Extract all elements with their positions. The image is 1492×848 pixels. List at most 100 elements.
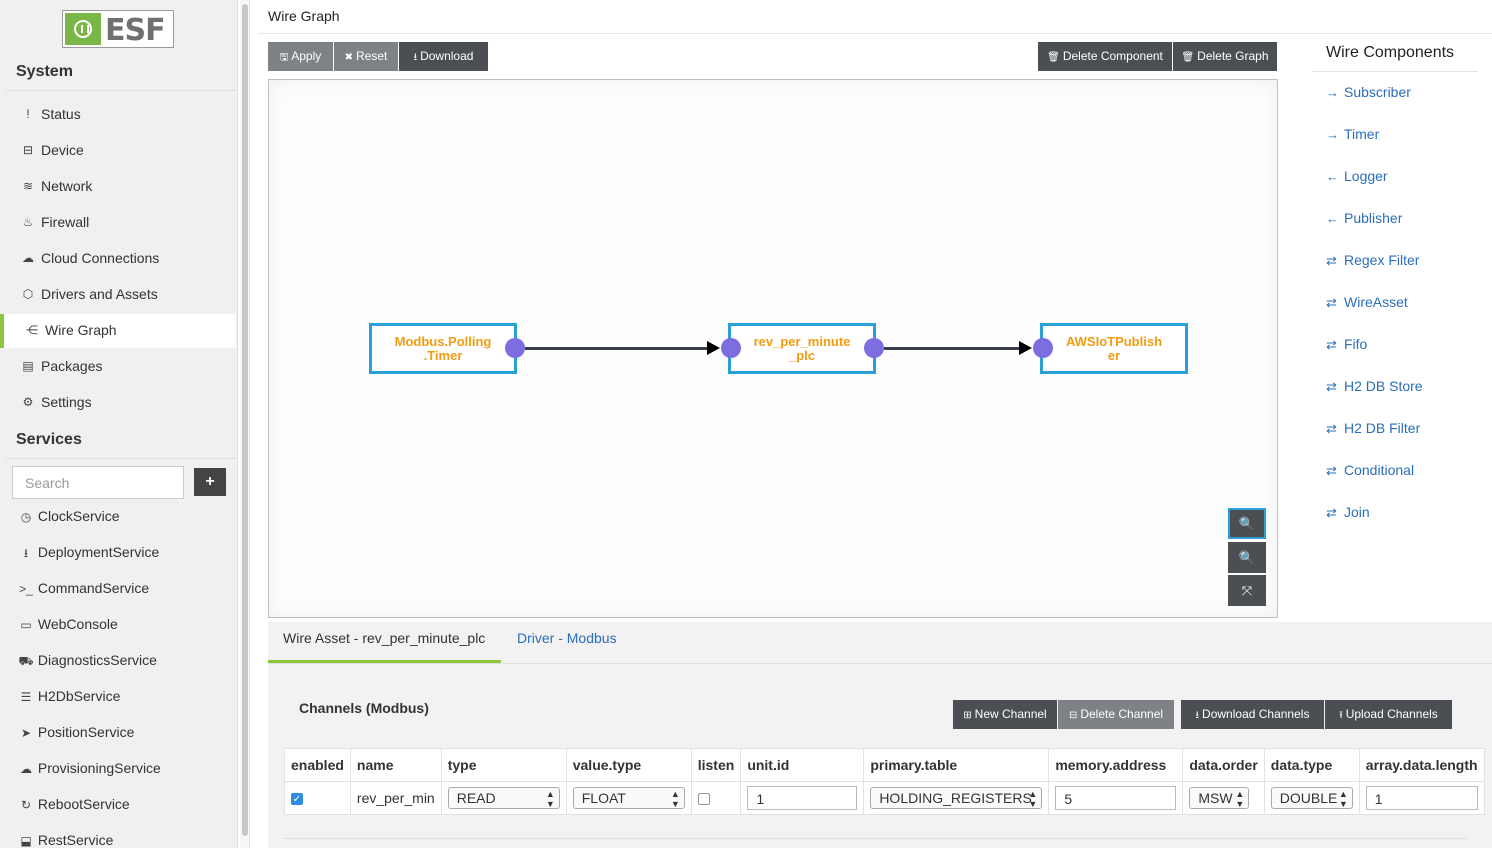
palette-item-conditional[interactable]: ⇄ Conditional	[1326, 462, 1414, 479]
service-item-deploymentservice[interactable]: ⭳ DeploymentService	[18, 544, 159, 574]
download-icon: ⭳	[413, 52, 418, 63]
sidebar-item-device[interactable]: ⊟ Device	[4, 134, 236, 168]
service-item-diagnosticsservice[interactable]: ⛟ DiagnosticsService	[18, 652, 157, 682]
sidebar-scrollbar[interactable]	[240, 0, 250, 848]
service-item-restservice[interactable]: ⬓ RestService	[18, 832, 113, 848]
new-channel-button[interactable]: ⊞ New Channel	[953, 700, 1057, 729]
service-item-webconsole[interactable]: ▭ WebConsole	[18, 616, 117, 646]
exchange-icon: ⇄	[1326, 463, 1337, 478]
listen-checkbox[interactable]	[697, 793, 710, 806]
zoom-in-button[interactable]: 🔍	[1228, 508, 1266, 539]
sidebar-item-drivers-and-assets[interactable]: ⬡ Drivers and Assets	[4, 278, 236, 312]
wire-graph-canvas[interactable]: Modbus.Polling .Timer rev_per_minute _plc …	[268, 79, 1278, 618]
search-input[interactable]	[12, 466, 184, 499]
delete-component-button[interactable]: 🗑 Delete Component	[1038, 42, 1172, 71]
apply-button[interactable]: 🖫 Apply	[268, 42, 333, 71]
enabled-checkbox[interactable]: ✓	[291, 793, 303, 806]
name-cell[interactable]: rev_per_min	[349, 781, 442, 815]
reset-button[interactable]: ✖ Reset	[334, 42, 398, 71]
table-row[interactable]: ✓ rev_per_min READ ▲ ▼ FLOAT ▲ ▼ 1 HOLDING_R…	[284, 781, 1485, 815]
graph-node-awsiotpublisher[interactable]: AWSIoTPublish er	[1040, 323, 1188, 374]
unit-id-cell: 1	[740, 781, 865, 815]
clock-icon: ◷	[20, 510, 32, 524]
scrollbar-thumb[interactable]	[242, 4, 248, 836]
palette-item-publisher[interactable]: ← Publisher	[1326, 210, 1402, 226]
cube-icon: ⬡	[22, 287, 34, 301]
service-item-positionservice[interactable]: ➤ PositionService	[18, 724, 134, 754]
fit-to-screen-button[interactable]: ⤧	[1228, 575, 1266, 606]
wire-components-title: Wire Components	[1326, 44, 1455, 61]
column-header: name	[349, 748, 442, 782]
delete-graph-button[interactable]: 🗑 Delete Graph	[1173, 42, 1277, 71]
upload-channels-button[interactable]: ⭱ Upload Channels	[1325, 700, 1452, 729]
palette-item-subscriber[interactable]: → Subscriber	[1326, 84, 1411, 100]
tab-wire-asset[interactable]: Wire Asset - rev_per_minute_plc	[283, 630, 485, 646]
palette-item-h2-db-filter[interactable]: ⇄ H2 DB Filter	[1326, 420, 1420, 437]
service-item-provisioningservice[interactable]: ☁ ProvisioningService	[18, 760, 161, 790]
primary-table-cell: HOLDING_REGISTERS ▲ ▼	[863, 781, 1050, 815]
palette-item-regex-filter[interactable]: ⇄ Regex Filter	[1326, 252, 1419, 269]
close-icon: ✖	[344, 52, 354, 63]
wifi-icon: ≋	[22, 179, 34, 193]
palette-item-timer[interactable]: → Timer	[1326, 126, 1379, 142]
sidebar-item-status[interactable]: ! Status	[4, 98, 236, 132]
service-item-h2dbservice[interactable]: ☰ H2DbService	[18, 688, 121, 718]
sidebar-item-firewall[interactable]: ♨ Firewall	[4, 206, 236, 240]
primary-table-select[interactable]: HOLDING_REGISTERS ▲ ▼	[870, 787, 1043, 809]
channels-table: enabled name type value.type listen unit…	[284, 748, 1485, 815]
palette-item-logger[interactable]: ← Logger	[1326, 168, 1388, 184]
palette-item-fifo[interactable]: ⇄ Fifo	[1326, 336, 1367, 353]
plus-square-icon: ⊞	[963, 710, 972, 721]
data-order-select[interactable]: MSW ▲ ▼	[1189, 787, 1250, 809]
arrow-right-icon: →	[1326, 85, 1339, 100]
divider	[1312, 71, 1478, 72]
tab-driver-modbus[interactable]: Driver - Modbus	[517, 630, 617, 646]
column-header: listen	[690, 748, 742, 782]
channels-title: Channels (Modbus)	[299, 700, 429, 716]
download-channels-button[interactable]: ⭳ Download Channels	[1181, 700, 1324, 729]
trash-icon: 🗑	[1181, 52, 1195, 63]
exchange-icon: ⇄	[1326, 505, 1337, 520]
device-icon: ⊟	[22, 143, 34, 157]
service-item-commandservice[interactable]: >_ CommandService	[18, 580, 149, 610]
value-type-cell: FLOAT ▲ ▼	[565, 781, 692, 815]
array-data-length-input[interactable]: 1	[1365, 786, 1478, 810]
esf-logo-icon	[65, 13, 101, 45]
input-port[interactable]	[1033, 338, 1053, 358]
unit-id-input[interactable]: 1	[747, 786, 858, 810]
palette-item-wireasset[interactable]: ⇄ WireAsset	[1326, 294, 1408, 311]
output-port[interactable]	[505, 338, 525, 358]
sidebar-item-wire-graph[interactable]: ⋲ Wire Graph	[0, 314, 236, 348]
input-port[interactable]	[721, 338, 741, 358]
graph-node-rev-per-minute-plc[interactable]: rev_per_minute _plc	[728, 323, 876, 374]
memory-address-input[interactable]: 5	[1055, 786, 1177, 810]
palette-item-join[interactable]: ⇄ Join	[1326, 504, 1370, 521]
wire-connection[interactable]	[525, 347, 713, 350]
column-header: value.type	[565, 748, 692, 782]
download-button[interactable]: ⭳ Download	[399, 42, 488, 71]
type-select[interactable]: READ ▲ ▼	[447, 787, 560, 809]
gear-icon: ⚙	[22, 395, 34, 409]
exchange-icon: ⇄	[1326, 253, 1337, 268]
service-item-rebootservice[interactable]: ↻ RebootService	[18, 796, 130, 826]
value-type-select[interactable]: FLOAT ▲ ▼	[572, 787, 685, 809]
sidebar: ESF System ! Status ⊟ Device ≋ Network ♨ Fir…	[0, 0, 238, 848]
palette-item-h2-db-store[interactable]: ⇄ H2 DB Store	[1326, 378, 1423, 395]
graph-node-modbus-polling-timer[interactable]: Modbus.Polling .Timer	[369, 323, 517, 374]
database-icon: ☰	[20, 690, 32, 704]
add-service-button[interactable]: +	[194, 468, 226, 496]
briefcase-icon: ▤	[22, 359, 34, 373]
delete-channel-button[interactable]: ⊟ Delete Channel	[1058, 700, 1174, 729]
data-type-select[interactable]: DOUBLE ▲ ▼	[1270, 787, 1353, 809]
sidebar-item-cloud-connections[interactable]: ☁ Cloud Connections	[4, 242, 236, 276]
sidebar-item-network[interactable]: ≋ Network	[4, 170, 236, 204]
sidebar-item-packages[interactable]: ▤ Packages	[4, 350, 236, 384]
wire-connection[interactable]	[884, 347, 1024, 350]
save-icon: 🖫	[279, 52, 289, 63]
table-header-row: enabled name type value.type listen unit…	[284, 748, 1485, 782]
zoom-out-button[interactable]: 🔍	[1228, 542, 1266, 573]
output-port[interactable]	[864, 338, 884, 358]
service-item-clockservice[interactable]: ◷ ClockService	[18, 508, 120, 538]
page-title: Wire Graph	[268, 8, 340, 24]
sidebar-item-settings[interactable]: ⚙ Settings	[4, 386, 236, 420]
